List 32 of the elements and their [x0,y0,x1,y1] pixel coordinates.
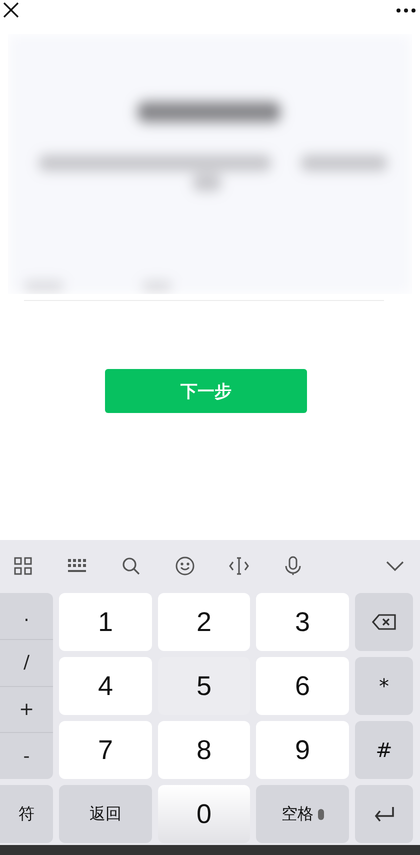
cursor-icon[interactable] [229,557,249,575]
microphone-icon [318,808,324,820]
digit-key[interactable]: 3 [256,593,349,651]
symbol-key[interactable]: + [0,686,53,734]
symbol-key[interactable]: # [355,721,413,779]
enter-icon [373,806,395,822]
digit-key[interactable]: 4 [59,657,152,715]
symbol-key[interactable]: / [0,640,53,686]
close-icon[interactable] [3,2,19,18]
space-key[interactable]: 空格 [256,785,349,843]
return-key[interactable]: 返回 [59,785,152,843]
more-icon[interactable] [396,8,416,12]
digit-key[interactable]: 1 [59,593,152,651]
digit-key[interactable]: 0 [158,785,250,843]
enter-key[interactable] [355,785,413,843]
digit-key[interactable]: 7 [59,721,152,779]
backspace-icon [372,614,396,630]
digit-key[interactable]: 6 [256,657,349,715]
symbol-key[interactable]: * [355,657,413,715]
digit-key[interactable]: 9 [256,721,349,779]
digit-key[interactable]: 2 [158,593,250,651]
chevron-down-icon[interactable] [386,561,404,571]
grid-icon[interactable] [14,557,32,575]
microphone-icon[interactable] [284,556,302,576]
smiley-icon[interactable] [175,556,195,576]
symbol-key[interactable]: - [0,733,53,779]
symbols-key[interactable]: 符 [0,785,53,843]
backspace-key[interactable] [355,593,413,651]
search-icon[interactable] [122,557,140,575]
keyboard-icon[interactable] [68,559,86,573]
digit-key[interactable]: 8 [158,721,250,779]
symbol-key[interactable]: . [0,593,53,640]
